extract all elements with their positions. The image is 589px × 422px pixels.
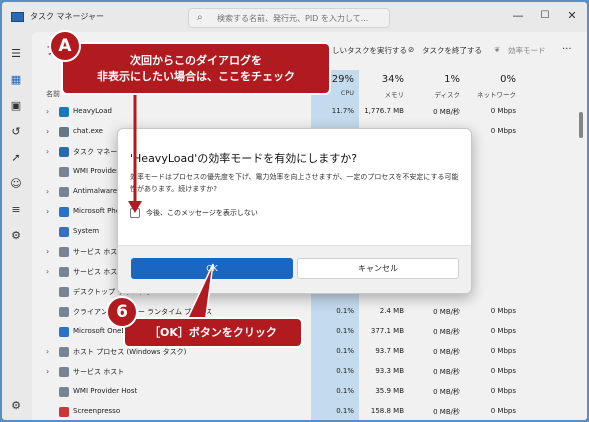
callout-a-line2: 非表示にしたい場合は、ここをチェック [97,70,295,83]
callout-a-line1: 次回からこのダイアログを [130,54,262,67]
callout-a-box: 次回からこのダイアログを 非表示にしたい場合は、ここをチェック [61,42,331,95]
callout-6-badge: 6 [106,296,138,328]
callout-6-box: ［OK］ボタンをクリック [123,317,303,348]
callout-a-badge: A [49,30,81,62]
arrow-6-pointer [183,263,214,325]
arrow-a-head [128,201,142,213]
